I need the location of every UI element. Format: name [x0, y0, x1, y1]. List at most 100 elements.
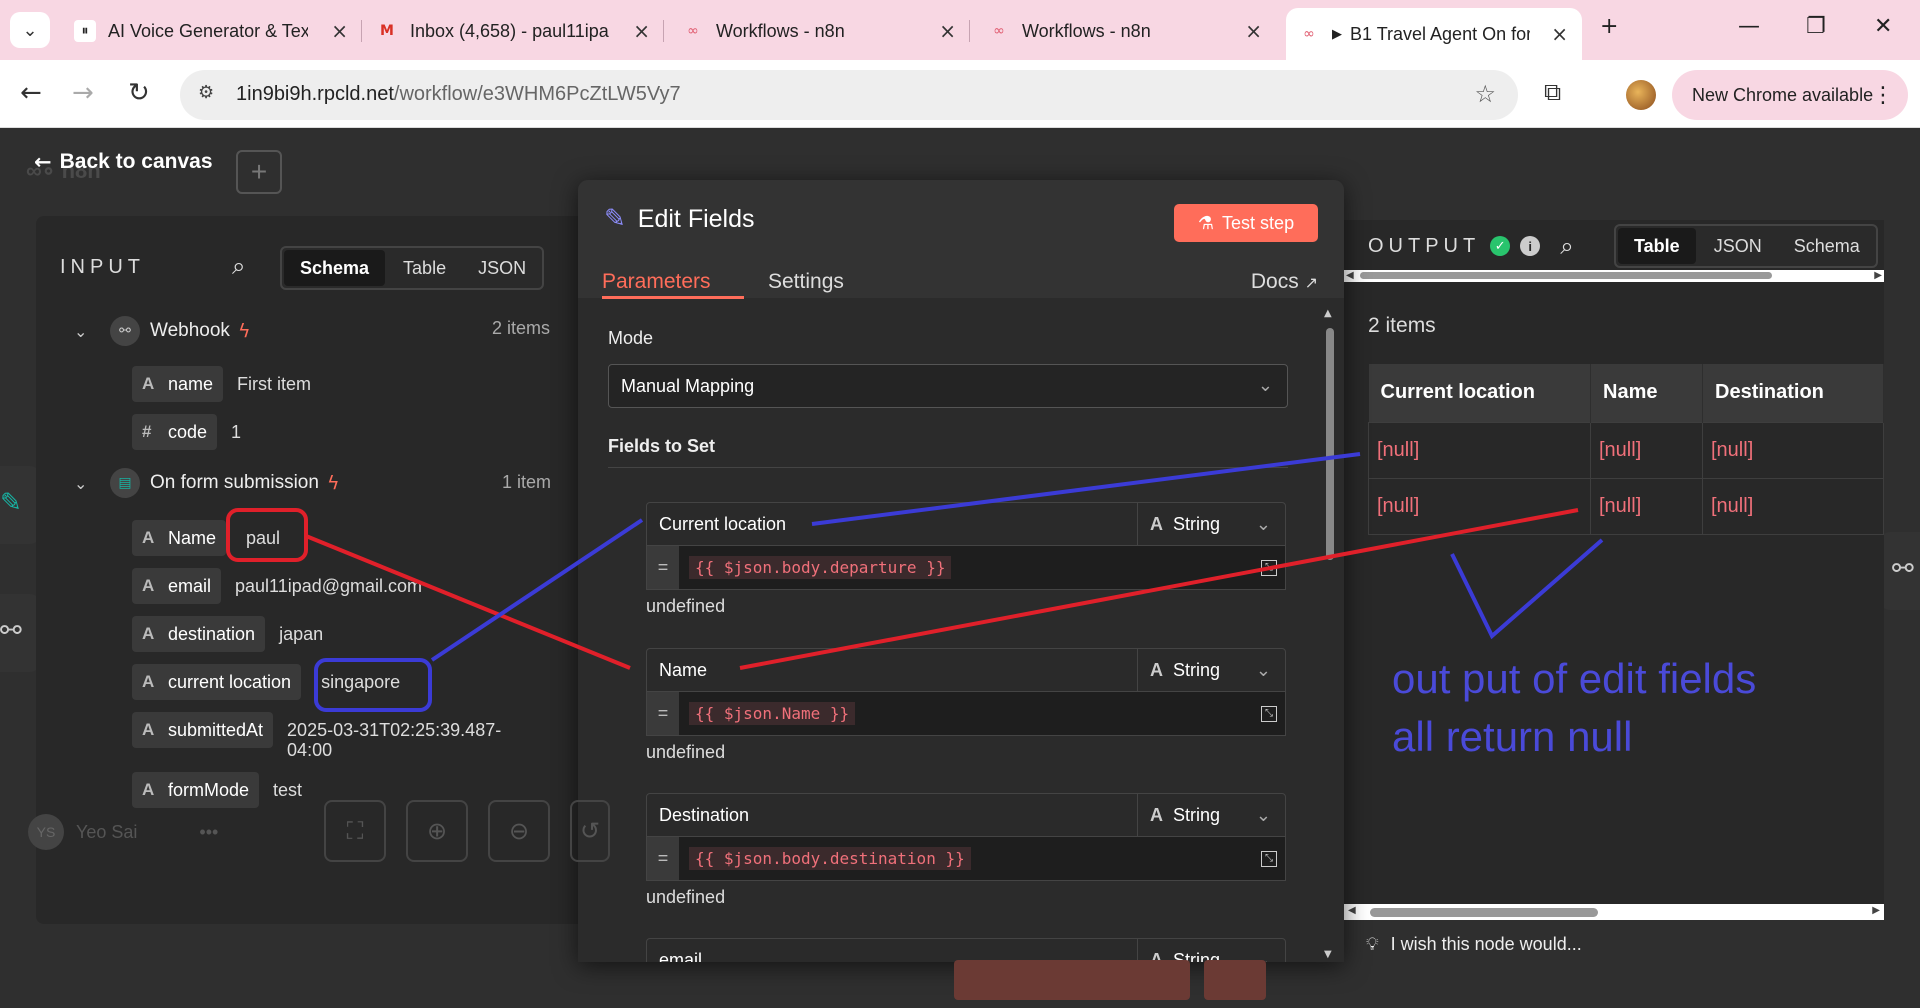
scroll-up-icon[interactable]: ▲ [1324, 308, 1332, 319]
schema-field[interactable]: Aname First item [132, 366, 311, 402]
more-menu-icon[interactable]: ⋮ [1872, 83, 1894, 108]
view-schema-tab[interactable]: Schema [284, 250, 386, 286]
docs-link[interactable]: Docs ↗ [1251, 270, 1318, 294]
chevron-down-icon[interactable]: ⌄ [74, 322, 96, 341]
horizontal-scrollbar[interactable]: ◀ ▶ [1344, 904, 1884, 920]
bookmark-star-icon[interactable]: ☆ [1474, 80, 1496, 108]
schema-field[interactable]: AformMode test [132, 772, 302, 808]
execute-workflow-button[interactable] [954, 960, 1190, 1000]
type-select[interactable]: A String ⌄ [1137, 794, 1285, 836]
fit-view-button[interactable]: ⛶ [324, 800, 386, 862]
expression-input[interactable]: = {{ $json.body.destination }} ⤡ [646, 837, 1286, 881]
forward-arrow-icon[interactable]: → [72, 78, 94, 108]
add-node-button[interactable]: + [236, 150, 282, 194]
delete-button[interactable] [1204, 960, 1266, 1000]
tab-search-button[interactable]: ⌄ [10, 12, 50, 48]
field-value: paul11ipad@gmail.com [235, 575, 423, 596]
field-value: 1 [231, 421, 242, 442]
test-step-button[interactable]: ⚗ Test step [1174, 204, 1318, 242]
view-table-tab[interactable]: Table [387, 248, 462, 288]
browser-tab[interactable]: ∞ Workflows - n8n × [976, 10, 1276, 52]
view-json-tab[interactable]: JSON [1698, 226, 1778, 266]
zoom-in-button[interactable]: ⊕ [406, 800, 468, 862]
scroll-down-icon[interactable]: ▼ [1324, 949, 1332, 960]
address-bar[interactable]: ⚙ 1in9bi9h.rpcld.net/workflow/e3WHM6PcZt… [180, 70, 1518, 120]
field-name-input[interactable]: Current location [647, 514, 1137, 535]
string-type-icon: A [142, 374, 155, 393]
search-icon[interactable]: ⌕ [1560, 232, 1573, 260]
browser-tab[interactable]: M Inbox (4,658) - paul11ipa × [364, 10, 664, 52]
field-value: First item [237, 373, 312, 394]
back-to-canvas-button[interactable]: ← Back to canvas [34, 150, 213, 174]
mode-select[interactable]: Manual Mapping ⌄ [608, 364, 1288, 408]
extensions-icon[interactable]: ⧉ [1544, 78, 1561, 106]
close-window-icon[interactable]: ✕ [1874, 14, 1892, 39]
more-dots-icon[interactable]: ••• [199, 822, 218, 843]
table-cell[interactable]: [null] [1368, 477, 1591, 535]
type-select[interactable]: A String ⌄ [1137, 503, 1285, 545]
schema-field[interactable]: Acurrent location singapore [132, 664, 400, 700]
schema-field[interactable]: # code 1 [132, 414, 241, 450]
table-cell[interactable]: [null] [1590, 421, 1703, 479]
restore-icon[interactable]: ❐ [1806, 14, 1826, 39]
chevron-down-icon[interactable]: ⌄ [74, 474, 96, 493]
vertical-scrollbar[interactable]: ▲ ▼ [1322, 306, 1338, 962]
site-info-icon[interactable]: ⚙ [198, 82, 222, 106]
scroll-right-icon[interactable]: ▶ [1874, 270, 1882, 281]
type-select[interactable]: A String ⌄ [1137, 649, 1285, 691]
zoom-out-button[interactable]: ⊖ [488, 800, 550, 862]
browser-tab[interactable]: ⏸ AI Voice Generator & Text × [62, 10, 362, 52]
node-title[interactable]: ✎ Edit Fields [604, 204, 755, 234]
expand-icon[interactable]: ⤡ [1261, 705, 1277, 722]
new-tab-icon[interactable]: + [1600, 14, 1618, 39]
feedback-link[interactable]: 💡︎ I wish this node would... [1366, 934, 1582, 955]
reset-zoom-button[interactable]: ↺ [570, 800, 610, 862]
new-chrome-available-button[interactable]: New Chrome available ⋮ [1672, 70, 1908, 120]
tab-settings[interactable]: Settings [768, 270, 844, 294]
type-select[interactable]: A String ⌄ [1137, 939, 1285, 962]
schema-field[interactable]: Aemail paul11ipad@gmail.com [132, 568, 422, 604]
tree-node-webhook[interactable]: ⌄ ⚯ Webhook ϟ [74, 316, 250, 346]
view-table-tab[interactable]: Table [1618, 228, 1696, 264]
view-json-tab[interactable]: JSON [462, 248, 542, 288]
column-header[interactable]: Current location [1368, 364, 1591, 422]
column-header[interactable]: Destination [1702, 364, 1884, 422]
fields-to-set-label: Fields to Set [608, 436, 716, 456]
expression-input[interactable]: = {{ $json.body.departure }} ⤡ [646, 546, 1286, 590]
close-icon[interactable]: × [939, 19, 956, 43]
scroll-left-icon[interactable]: ◀ [1348, 905, 1356, 916]
expression-input[interactable]: = {{ $json.Name }} ⤡ [646, 692, 1286, 736]
horizontal-scrollbar[interactable]: ◀ ▶ [1344, 270, 1884, 282]
field-name-input[interactable]: Destination [647, 805, 1137, 826]
table-cell[interactable]: [null] [1702, 477, 1884, 535]
expand-icon[interactable]: ⤡ [1261, 850, 1277, 867]
browser-tab[interactable]: ∞ Workflows - n8n × [670, 10, 970, 52]
field-name-input[interactable]: Name [647, 660, 1137, 681]
user-menu[interactable]: YS Yeo Sai ••• [28, 814, 218, 850]
info-icon[interactable]: i [1520, 236, 1541, 256]
close-icon[interactable]: × [1551, 22, 1568, 46]
tree-node-form-submission[interactable]: ⌄ ▤ On form submission ϟ [74, 468, 340, 498]
close-icon[interactable]: × [633, 19, 650, 43]
close-icon[interactable]: × [1245, 19, 1262, 43]
tab-parameters[interactable]: Parameters [602, 270, 711, 294]
close-icon[interactable]: × [331, 19, 348, 43]
column-header[interactable]: Name [1590, 364, 1703, 422]
browser-tab-active[interactable]: ∞ ▶ B1 Travel Agent On for × [1286, 8, 1582, 60]
scroll-right-icon[interactable]: ▶ [1872, 905, 1880, 916]
schema-field[interactable]: Adestination japan [132, 616, 323, 652]
webhook-icon: ⚯ [110, 316, 140, 346]
scroll-left-icon[interactable]: ◀ [1346, 270, 1354, 281]
back-arrow-icon[interactable]: ← [20, 78, 42, 108]
table-cell[interactable]: [null] [1702, 421, 1884, 479]
minimize-icon[interactable]: — [1738, 14, 1760, 39]
reload-icon[interactable]: ↻ [128, 78, 150, 108]
view-schema-tab[interactable]: Schema [1778, 226, 1876, 266]
table-cell[interactable]: [null] [1590, 477, 1703, 535]
expand-icon[interactable]: ⤡ [1261, 559, 1277, 576]
profile-avatar[interactable] [1626, 80, 1656, 110]
search-icon[interactable]: ⌕ [232, 252, 245, 280]
table-cell[interactable]: [null] [1368, 421, 1591, 479]
schema-field[interactable]: A Name paul [132, 520, 280, 556]
schema-field[interactable]: AsubmittedAt 2025-03-31T02:25:39.487- 04… [132, 712, 501, 760]
